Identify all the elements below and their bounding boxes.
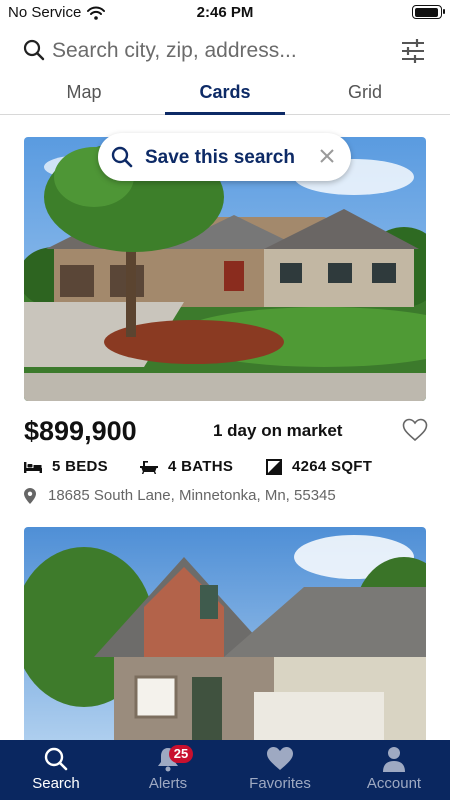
nav-account-label: Account: [366, 775, 422, 792]
days-on-market: 1 day on market: [213, 421, 343, 440]
listing-price: $899,900: [24, 416, 137, 446]
baths-spec: 4 BATHS: [140, 458, 233, 475]
nav-search[interactable]: Search: [0, 740, 112, 800]
nav-alerts[interactable]: 25 Alerts: [112, 740, 224, 800]
save-search-banner[interactable]: Save this search: [98, 133, 351, 181]
bottom-nav: Search 25 Alerts Favorites Account: [0, 740, 450, 800]
tab-grid[interactable]: Grid: [325, 82, 405, 103]
status-time: 2:46 PM: [196, 4, 254, 21]
battery-icon: [412, 5, 445, 19]
search-row: [0, 30, 450, 72]
search-icon: [23, 39, 45, 61]
search-icon: [111, 146, 133, 168]
beds-label: 5 BEDS: [52, 458, 108, 475]
bathtub-icon: [140, 460, 158, 474]
beds-spec: 5 BEDS: [24, 458, 108, 475]
sqft-spec: 4264 SQFT: [266, 458, 372, 475]
sqft-label: 4264 SQFT: [292, 458, 373, 475]
nav-favorites-label: Favorites: [249, 775, 311, 792]
favorite-heart-icon[interactable]: [402, 418, 428, 442]
view-tabs: Map Cards Grid: [0, 78, 450, 115]
baths-label: 4 BATHS: [168, 458, 234, 475]
person-icon: [383, 747, 405, 772]
filter-sliders-icon[interactable]: [400, 38, 426, 64]
square-footage-icon: [266, 458, 282, 475]
tab-cards[interactable]: Cards: [165, 82, 285, 103]
tab-map[interactable]: Map: [45, 82, 123, 103]
address-text: 18685 South Lane, Minnetonka, Mn, 55345: [48, 487, 336, 504]
nav-search-label: Search: [32, 775, 80, 792]
nav-favorites[interactable]: Favorites: [224, 740, 336, 800]
alerts-badge: 25: [169, 745, 193, 763]
heart-icon: [267, 747, 293, 770]
close-icon[interactable]: [317, 146, 337, 166]
nav-alerts-label: Alerts: [148, 775, 188, 792]
status-bar: No Service 2:46 PM: [0, 0, 450, 26]
listing-address: 18685 South Lane, Minnetonka, Mn, 55345: [24, 487, 336, 504]
bed-icon: [24, 461, 42, 473]
search-input[interactable]: [52, 36, 352, 66]
nav-account[interactable]: Account: [338, 740, 450, 800]
search-icon: [44, 747, 68, 771]
listing-specs: 5 BEDS 4 BATHS 4264 SQFT: [24, 458, 434, 480]
house-photo-image: [24, 527, 426, 740]
location-pin-icon: [24, 487, 36, 504]
save-search-label[interactable]: Save this search: [145, 147, 295, 169]
listing-photo[interactable]: [24, 527, 426, 740]
